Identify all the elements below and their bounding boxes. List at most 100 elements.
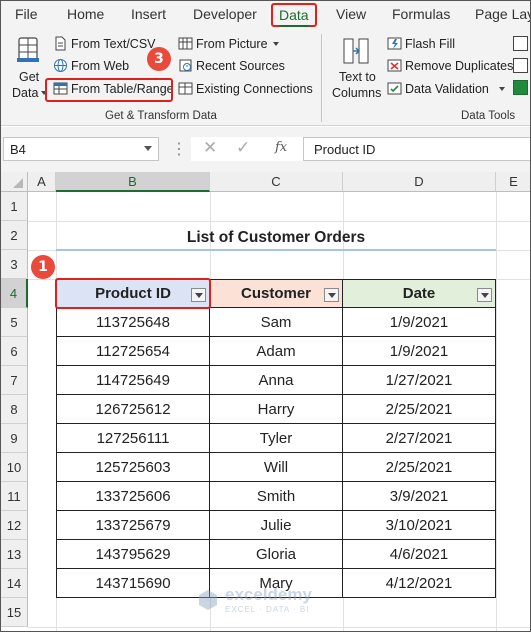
tab-view[interactable]: View — [336, 6, 366, 22]
cell-customer[interactable]: Anna — [210, 366, 343, 395]
cell-product-id[interactable]: 143715690 — [56, 569, 210, 598]
header-label: Date — [402, 285, 436, 302]
cell-date[interactable]: 4/12/2021 — [343, 569, 496, 598]
cell-date[interactable]: 2/25/2021 — [343, 453, 496, 482]
cell-customer[interactable]: Harry — [210, 395, 343, 424]
row-header-13[interactable]: 13 — [1, 540, 28, 569]
column-header-c[interactable]: C — [210, 172, 343, 192]
row-header-2[interactable]: 2 — [1, 221, 28, 250]
row-header-1[interactable]: 1 — [1, 192, 28, 221]
text-to-columns-label-1: Text to — [339, 70, 376, 84]
cell-customer[interactable]: Smith — [210, 482, 343, 511]
cell-date[interactable]: 1/9/2021 — [343, 337, 496, 366]
row-header-10[interactable]: 10 — [1, 453, 28, 482]
cell-date[interactable]: 3/9/2021 — [343, 482, 496, 511]
cell-product-id[interactable]: 125725603 — [56, 453, 210, 482]
tab-formulas[interactable]: Formulas — [392, 6, 450, 22]
data-validation-button[interactable]: Data Validation — [387, 81, 505, 96]
tab-data[interactable]: Data — [271, 3, 317, 27]
cell-customer[interactable]: Sam — [210, 308, 343, 337]
column-header-e[interactable]: E — [496, 172, 530, 192]
from-picture-button[interactable]: From Picture — [178, 36, 279, 51]
gridline — [28, 221, 530, 222]
select-all-corner[interactable] — [1, 172, 28, 192]
watermark-tagline: EXCEL · DATA · BI — [225, 605, 310, 614]
from-text-csv-button[interactable]: From Text/CSV — [53, 36, 156, 51]
tab-developer[interactable]: Developer — [193, 6, 257, 22]
from-web-button[interactable]: From Web — [53, 58, 129, 73]
remove-duplicates-button[interactable]: Remove Duplicates — [387, 58, 513, 73]
text-file-icon — [55, 36, 66, 51]
text-to-columns-button[interactable]: Text to Columns — [329, 36, 381, 102]
from-web-label: From Web — [71, 58, 130, 73]
row-header-6[interactable]: 6 — [1, 337, 28, 366]
row-header-7[interactable]: 7 — [1, 366, 28, 395]
cell-product-id[interactable]: 113725648 — [56, 308, 210, 337]
cell-customer[interactable]: Adam — [210, 337, 343, 366]
row-header-11[interactable]: 11 — [1, 482, 28, 511]
data-validation-icon — [387, 82, 402, 95]
chevron-down-icon — [498, 86, 505, 91]
cell-product-id[interactable]: 112725654 — [56, 337, 210, 366]
cell-date[interactable]: 3/10/2021 — [343, 511, 496, 540]
cell-date[interactable]: 4/6/2021 — [343, 540, 496, 569]
filter-dropdown-icon[interactable] — [477, 288, 492, 302]
row-header-8[interactable]: 8 — [1, 395, 28, 424]
cell-date[interactable]: 1/9/2021 — [343, 308, 496, 337]
row-header-14[interactable]: 14 — [1, 569, 28, 598]
fx-icon[interactable]: fx — [275, 140, 287, 155]
exceldemy-logo-icon — [199, 589, 217, 610]
cell-product-id[interactable]: 133725679 — [56, 511, 210, 540]
from-table-range-highlight — [45, 78, 173, 102]
cell-product-id[interactable]: 143795629 — [56, 540, 210, 569]
formula-input[interactable]: Product ID — [303, 137, 530, 161]
cell-customer[interactable]: Tyler — [210, 424, 343, 453]
column-header-d[interactable]: D — [343, 172, 496, 192]
formula-input-value: Product ID — [314, 142, 376, 157]
row-header-4[interactable]: 4 — [1, 279, 28, 308]
cell-customer[interactable]: Julie — [210, 511, 343, 540]
from-picture-label: From Picture — [196, 36, 268, 51]
row-header-5[interactable]: 5 — [1, 308, 28, 337]
more-tools-icon[interactable] — [513, 36, 530, 102]
existing-connections-button[interactable]: Existing Connections — [178, 81, 313, 96]
worksheet-grid[interactable]: A B C D E 1 2 3 4 5 6 7 8 9 10 11 12 13 … — [1, 172, 530, 631]
existing-connections-label: Existing Connections — [196, 81, 313, 96]
connections-icon — [178, 82, 193, 95]
cell-date[interactable]: 1/27/2021 — [343, 366, 496, 395]
cell-date[interactable]: 2/27/2021 — [343, 424, 496, 453]
tab-file[interactable]: File — [15, 6, 38, 22]
cell-date[interactable]: 2/25/2021 — [343, 395, 496, 424]
cell-customer[interactable]: Gloria — [210, 540, 343, 569]
filter-dropdown-icon[interactable] — [324, 288, 339, 302]
flash-fill-icon — [387, 37, 402, 50]
row-header-9[interactable]: 9 — [1, 424, 28, 453]
data-tools-group-label: Data Tools — [461, 110, 516, 122]
cell-product-id[interactable]: 126725612 — [56, 395, 210, 424]
get-data-button[interactable]: Get Data — [9, 36, 47, 102]
recent-sources-button[interactable]: Recent Sources — [178, 58, 285, 73]
row-header-12[interactable]: 12 — [1, 511, 28, 540]
row-header-15[interactable]: 15 — [1, 598, 28, 627]
header-date[interactable]: Date — [343, 279, 496, 308]
cell-customer[interactable]: Will — [210, 453, 343, 482]
tab-home[interactable]: Home — [67, 6, 104, 22]
sheet-title: List of Customer Orders — [186, 229, 366, 246]
cell-product-id[interactable]: 127256111 — [56, 424, 210, 453]
row-header-3[interactable]: 3 — [1, 250, 28, 279]
step-badge-1: 1 — [31, 255, 55, 279]
header-customer[interactable]: Customer — [210, 279, 343, 308]
formula-bar: B4 ⋮ ✕ ✓ fx Product ID — [1, 127, 530, 172]
cell-product-id[interactable]: 133725606 — [56, 482, 210, 511]
flash-fill-button[interactable]: Flash Fill — [387, 36, 455, 51]
tab-insert[interactable]: Insert — [131, 6, 166, 22]
column-header-b[interactable]: B — [56, 172, 210, 192]
name-box[interactable]: B4 — [3, 137, 159, 161]
picture-icon — [178, 37, 193, 50]
cancel-icon[interactable]: ✕ — [203, 138, 217, 158]
column-header-a[interactable]: A — [28, 172, 56, 192]
name-box-value: B4 — [10, 142, 26, 157]
cell-product-id[interactable]: 114725649 — [56, 366, 210, 395]
check-icon[interactable]: ✓ — [236, 138, 250, 158]
tab-page-layout[interactable]: Page Lay — [475, 6, 530, 22]
